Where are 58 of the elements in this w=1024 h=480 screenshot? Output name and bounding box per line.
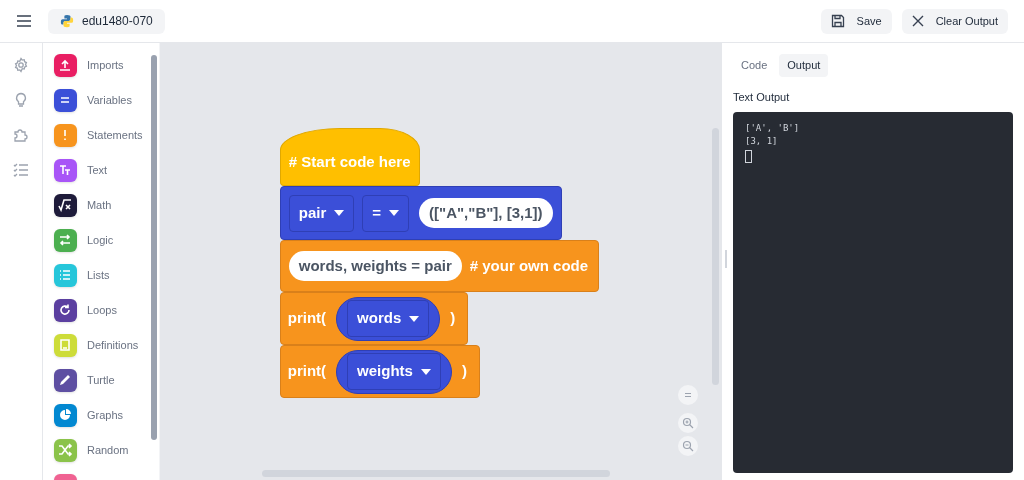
category-item[interactable]: Statements	[53, 123, 159, 147]
save-button[interactable]: Save	[820, 8, 892, 34]
scrollbar[interactable]	[150, 55, 157, 440]
variable-dropdown[interactable]: words	[347, 300, 430, 337]
settings-icon[interactable]	[12, 57, 29, 73]
category-item[interactable]: Turtle	[53, 368, 159, 392]
caret-icon	[409, 315, 420, 322]
comment-text: # your own code	[469, 255, 590, 276]
category-item[interactable]: Math	[53, 193, 159, 217]
text-cursor	[745, 149, 752, 163]
python-logo-icon	[60, 14, 74, 28]
block-label: print(	[287, 308, 327, 329]
code-block[interactable]: words, weights = pair # your own code	[279, 240, 600, 292]
project-chip[interactable]: edu1480-070	[48, 8, 165, 34]
category-item[interactable]: Lists	[53, 263, 159, 287]
equals-icon	[683, 391, 692, 399]
category-item[interactable]: Variables	[53, 88, 159, 112]
reset-view-button[interactable]	[677, 385, 698, 405]
block-label: )	[450, 308, 456, 329]
output-line: [3, 1]	[745, 134, 779, 148]
output-line: ['A', 'B']	[745, 121, 801, 135]
variable-block[interactable]: words	[336, 296, 441, 341]
puzzle-icon[interactable]	[12, 127, 29, 143]
block-label: )	[461, 361, 467, 382]
variable-dropdown[interactable]: pair	[288, 194, 355, 232]
variable-dropdown[interactable]: weights	[347, 353, 441, 390]
close-icon	[911, 15, 924, 27]
zoom-out-icon	[681, 440, 694, 452]
clear-output-button[interactable]: Clear Output	[901, 8, 1008, 34]
code-block[interactable]: pair = (["A","B"], [3,1])	[279, 186, 562, 240]
panel-label: Text Output	[733, 90, 791, 105]
category-item[interactable]: Imports	[53, 53, 159, 77]
caret-icon	[334, 210, 345, 216]
category-item[interactable]: Text	[53, 158, 159, 182]
code-block[interactable]: print( words )	[279, 292, 469, 345]
category-item[interactable]: Definitions	[53, 333, 159, 357]
resize-handle[interactable]	[725, 250, 727, 268]
code-field[interactable]: words, weights = pair	[288, 251, 462, 281]
category-item[interactable]: Graphs	[53, 403, 159, 427]
menu-icon[interactable]	[16, 13, 32, 29]
code-block[interactable]: print( weights )	[279, 345, 480, 398]
project-name: edu1480-070	[82, 13, 153, 30]
tab[interactable]: Output	[779, 54, 829, 77]
block-label: print(	[287, 361, 327, 382]
value-field[interactable]: (["A","B"], [3,1])	[419, 198, 553, 228]
zoom-in-button[interactable]	[677, 413, 698, 433]
operator-dropdown[interactable]: =	[362, 194, 410, 232]
category-item[interactable]: Random	[53, 438, 159, 462]
checklist-icon[interactable]	[12, 162, 29, 178]
tab[interactable]: Code	[733, 54, 776, 77]
save-icon	[830, 14, 845, 28]
category-item[interactable]: Logic	[53, 228, 159, 252]
variable-block[interactable]: weights	[336, 349, 452, 394]
caret-icon	[420, 368, 431, 375]
caret-icon	[389, 210, 400, 216]
zoom-out-button[interactable]	[677, 436, 698, 456]
category-item[interactable]: Loops	[53, 298, 159, 322]
zoom-in-icon	[681, 417, 694, 429]
